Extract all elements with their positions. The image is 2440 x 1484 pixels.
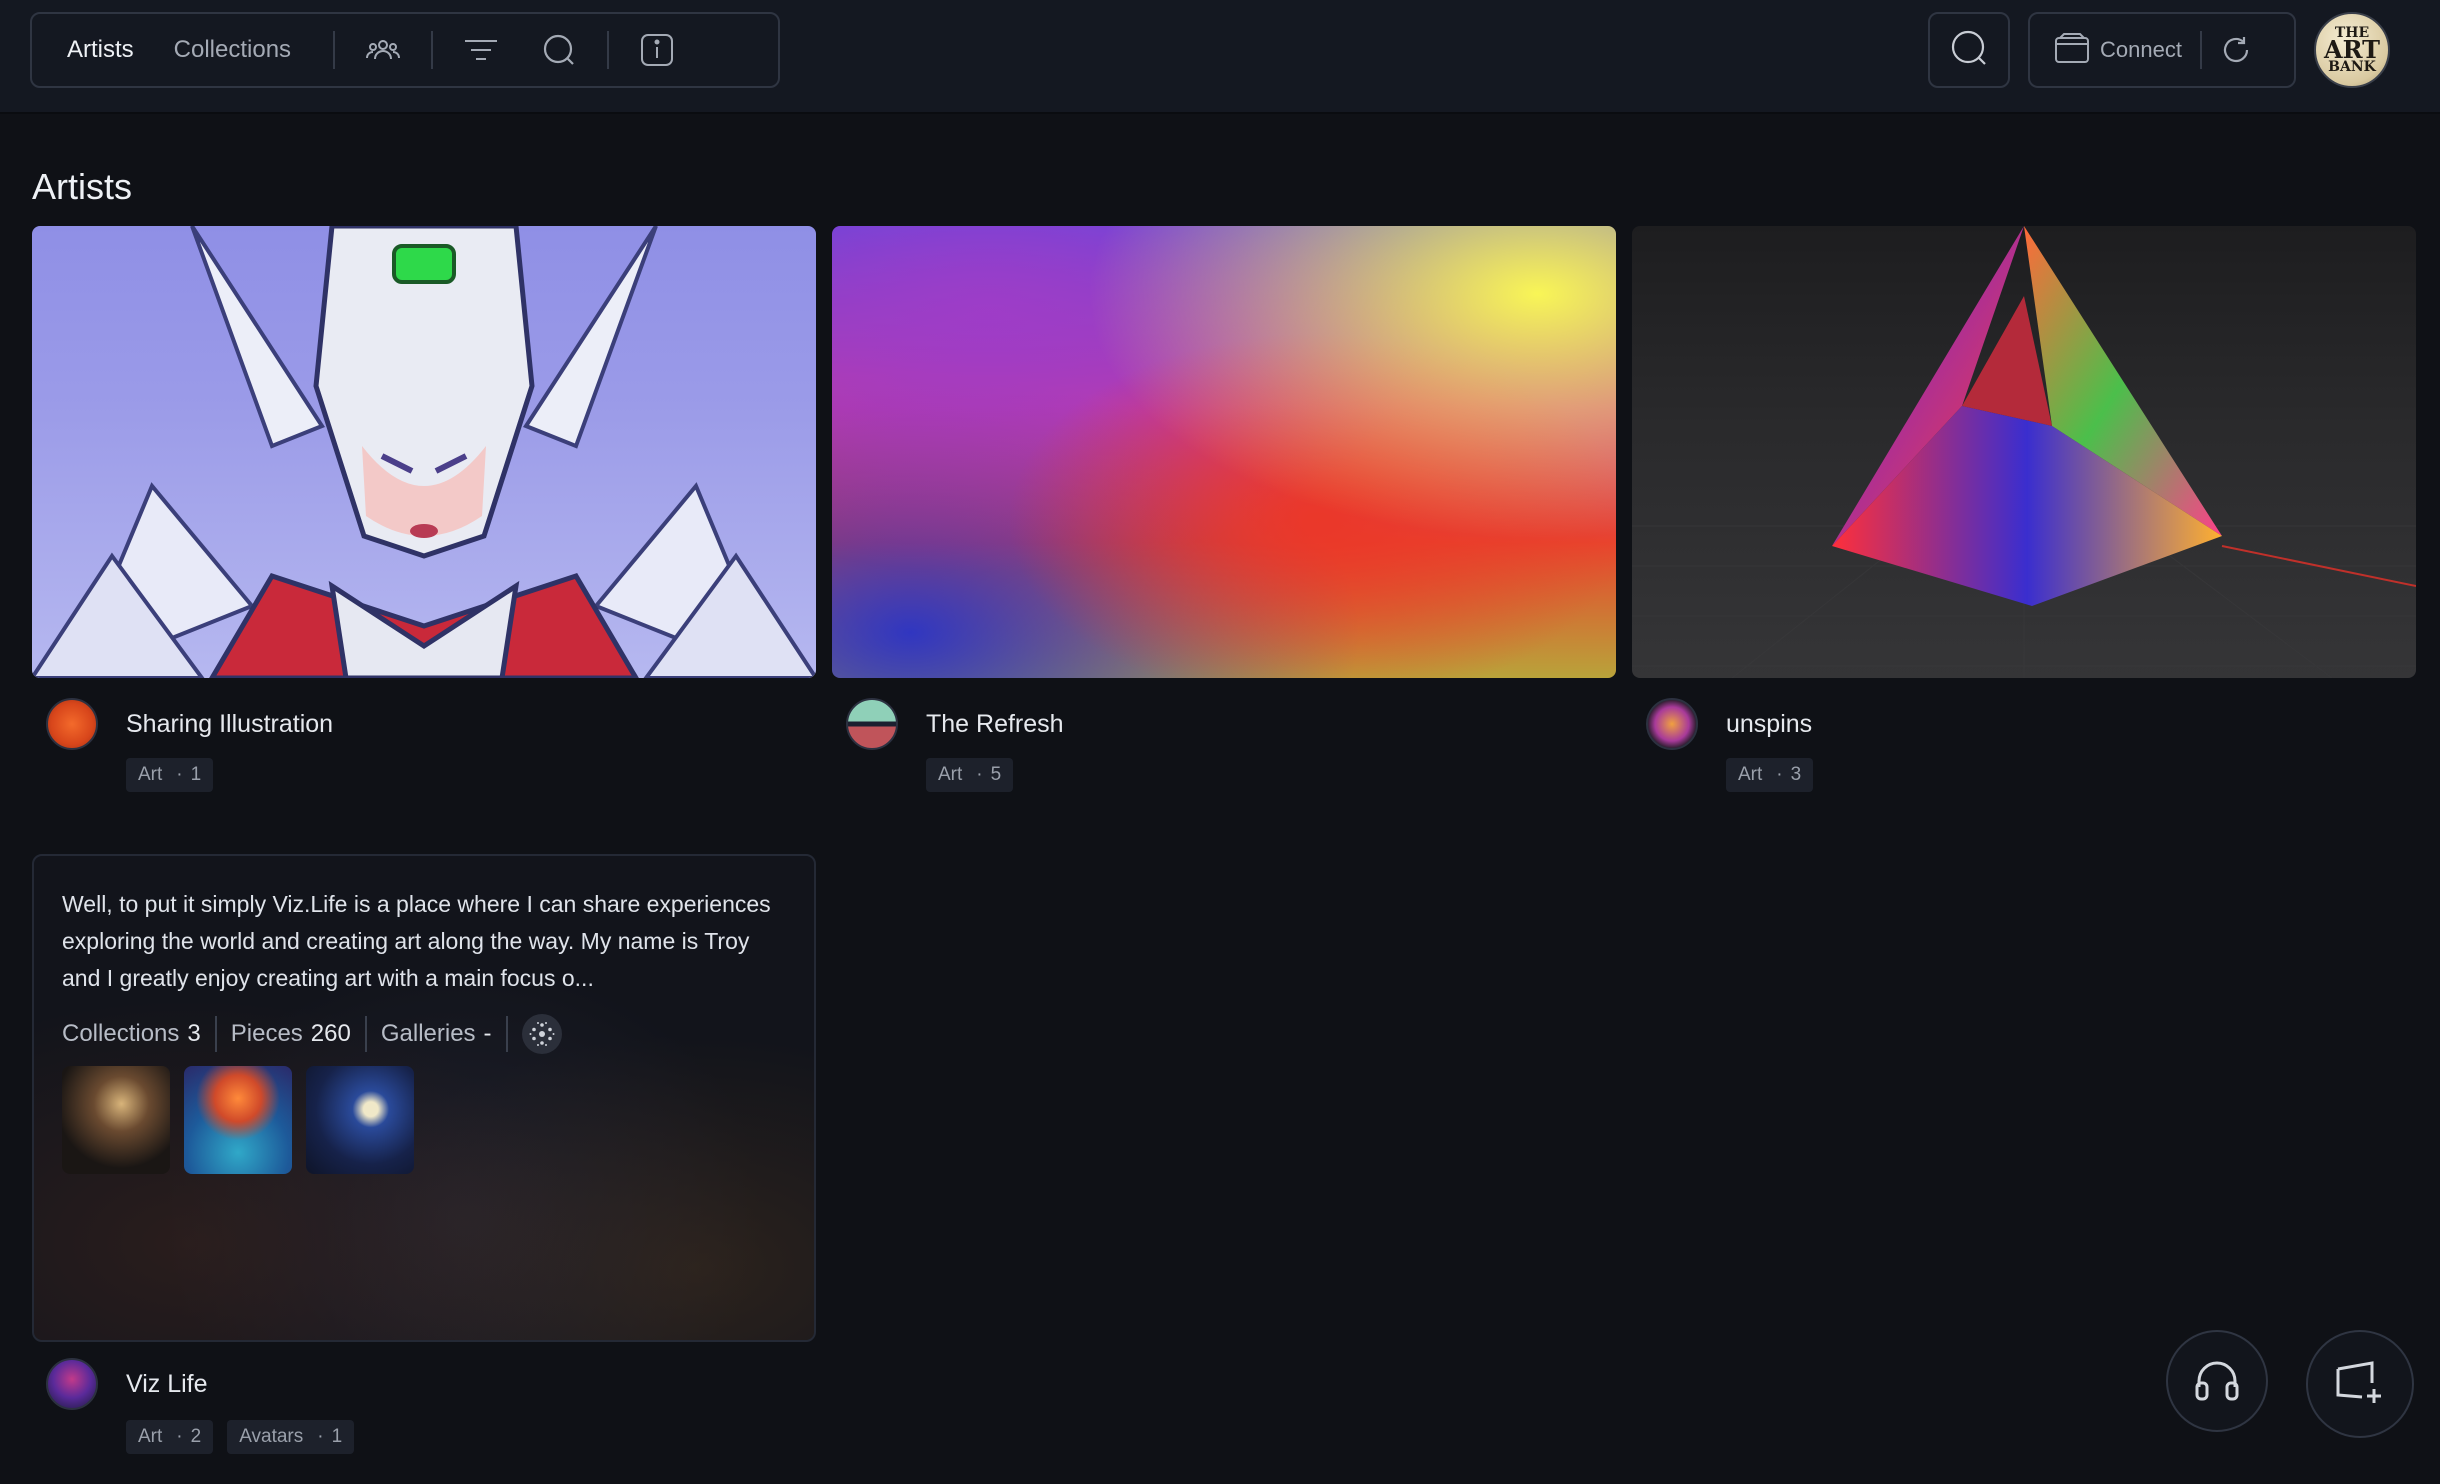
divider [333, 31, 336, 69]
artwork-image[interactable] [1632, 226, 2416, 678]
category-chip[interactable]: Art · 1 [126, 758, 214, 792]
divider [2199, 31, 2202, 69]
filter-icon[interactable] [455, 24, 507, 76]
collection-thumbnail[interactable] [62, 1066, 170, 1174]
artwork-image[interactable] [32, 226, 816, 678]
chip-dot: · [976, 764, 983, 785]
artist-name[interactable]: unspins [1726, 710, 1812, 739]
chip-dot: · [176, 764, 183, 785]
stat-collections[interactable]: Collections 3 [62, 1020, 201, 1048]
artist-bio-text: Well, to put it simply Viz.Life is a pla… [62, 891, 771, 991]
info-icon[interactable] [631, 24, 683, 76]
stat-label: Pieces [230, 1020, 303, 1047]
chip-label: Art [138, 764, 163, 785]
category-chip[interactable]: Art · 2 [126, 1420, 214, 1454]
add-to-gallery-button[interactable] [2306, 1330, 2414, 1438]
chip-dot: · [176, 1426, 183, 1447]
stat-label: Collections [62, 1020, 180, 1047]
category-chip[interactable]: Art · 3 [1726, 758, 1814, 792]
chip-label: Art [1738, 764, 1763, 785]
chip-dot: · [317, 1426, 324, 1447]
search-icon [1950, 29, 1988, 72]
collection-thumbnail[interactable] [184, 1066, 292, 1174]
cardano-icon [521, 1014, 562, 1054]
user-avatar[interactable]: THE ART BANK [2314, 12, 2390, 88]
tab-artists[interactable]: Artists [32, 36, 154, 64]
people-icon[interactable] [357, 24, 409, 76]
artist-card[interactable]: Sharing Illustration Art · 1 [32, 226, 816, 798]
chip-count: 2 [190, 1426, 202, 1447]
connect-button[interactable]: Connect [2030, 32, 2182, 69]
search-icon[interactable] [533, 24, 585, 76]
artist-meta: Sharing Illustration Art · 1 [32, 678, 816, 798]
chip-count: 1 [190, 764, 202, 785]
stat-value: 3 [187, 1020, 201, 1047]
stat-label: Galleries [380, 1020, 476, 1047]
connect-group: Connect [2028, 12, 2296, 88]
chip-dot: · [1776, 764, 1783, 785]
category-chips: Art · 2 Avatars · 1 [126, 1420, 355, 1454]
chip-count: 5 [990, 764, 1002, 785]
category-chips: Art · 3 [1726, 758, 1814, 792]
logo-text-line: ART [2323, 35, 2380, 65]
artist-card[interactable]: unspins Art · 3 [1632, 226, 2416, 798]
artist-card[interactable]: Viz Life Art · 2 Avatars · 1 [32, 1346, 816, 1466]
category-chip[interactable]: Avatars · 1 [227, 1420, 355, 1454]
category-chips: Art · 5 [926, 758, 1014, 792]
divider [431, 31, 434, 69]
refresh-icon[interactable] [2220, 34, 2252, 66]
artist-name[interactable]: Sharing Illustration [126, 710, 333, 739]
add-frame-icon [2334, 1359, 2386, 1410]
artist-avatar[interactable] [46, 1358, 98, 1410]
audio-button[interactable] [2166, 1330, 2268, 1432]
artist-stats: Collections 3 Pieces 260 Galleries - [62, 1014, 562, 1054]
stat-value: 260 [310, 1020, 351, 1047]
collection-thumbnail[interactable] [306, 1066, 414, 1174]
artist-meta: unspins Art · 3 [1632, 678, 2416, 798]
artist-avatar[interactable] [1646, 698, 1698, 750]
chip-label: Art [138, 1426, 163, 1447]
artist-bio-card[interactable]: Well, to put it simply Viz.Life is a pla… [32, 854, 816, 1342]
tab-collections[interactable]: Collections [154, 36, 311, 64]
chip-count: 3 [1790, 764, 1802, 785]
top-bar: Artists Collections Connect THE ART BANK [0, 0, 2440, 114]
page-title: Artists [32, 166, 133, 207]
divider [505, 1016, 508, 1052]
chip-label: Art [938, 764, 963, 785]
artist-name[interactable]: Viz Life [126, 1370, 208, 1399]
global-search-button[interactable] [1928, 12, 2010, 88]
wallet-icon [2054, 32, 2090, 69]
divider [214, 1016, 217, 1052]
stat-pieces[interactable]: Pieces 260 [231, 1020, 351, 1048]
nav-group: Artists Collections [30, 12, 780, 88]
artist-meta: The Refresh Art · 5 [832, 678, 1616, 798]
stat-galleries[interactable]: Galleries - [381, 1020, 492, 1048]
artist-name[interactable]: The Refresh [926, 710, 1064, 739]
artist-avatar[interactable] [46, 698, 98, 750]
chip-label: Avatars [239, 1426, 304, 1447]
category-chips: Art · 1 [126, 758, 214, 792]
divider [364, 1016, 367, 1052]
headphones-icon [2193, 1357, 2241, 1406]
stat-value: - [483, 1020, 492, 1047]
category-chip[interactable]: Art · 5 [926, 758, 1014, 792]
artist-avatar[interactable] [846, 698, 898, 750]
connect-label: Connect [2100, 37, 2182, 62]
logo-text-line: BANK [2328, 58, 2376, 75]
chip-count: 1 [331, 1426, 343, 1447]
artwork-image[interactable] [832, 226, 1616, 678]
divider [607, 31, 610, 69]
artist-meta: Viz Life Art · 2 Avatars · 1 [32, 1346, 816, 1466]
artist-card[interactable]: The Refresh Art · 5 [832, 226, 1616, 798]
